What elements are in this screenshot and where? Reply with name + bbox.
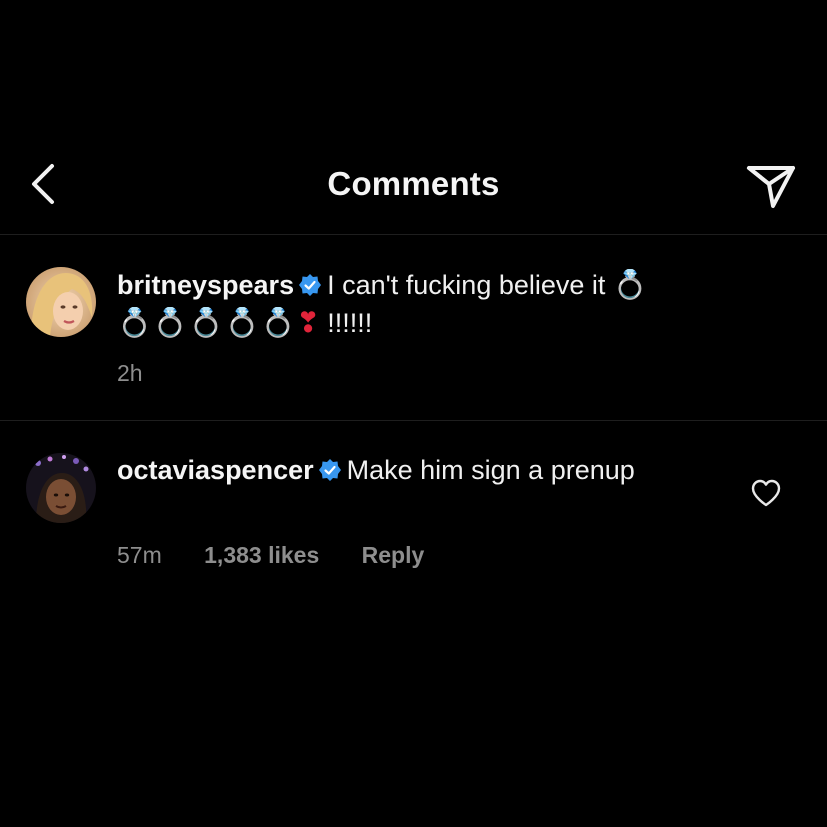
heart-outline-icon bbox=[751, 479, 781, 507]
verified-badge-icon bbox=[318, 459, 341, 481]
avatar[interactable] bbox=[26, 267, 96, 337]
caption-text: britneyspears I can't fucking believe it… bbox=[117, 266, 777, 342]
comment-text: octaviaspencer Make him sign a prenup bbox=[117, 452, 777, 489]
avatar-image bbox=[26, 453, 96, 523]
comments-header: Comments bbox=[0, 140, 827, 235]
like-button[interactable] bbox=[751, 479, 781, 507]
ring-emojis: 💍💍💍💍💍 bbox=[117, 307, 297, 338]
caption-message: I can't fucking believe it bbox=[327, 270, 606, 300]
avatar-image bbox=[26, 267, 96, 337]
heart-exclamation-emoji: ❣ bbox=[296, 307, 320, 338]
share-button[interactable] bbox=[745, 162, 797, 210]
timestamp: 57m bbox=[117, 542, 162, 568]
caption-meta: 2h bbox=[117, 360, 179, 387]
paper-plane-icon bbox=[747, 166, 795, 208]
reply-button[interactable]: Reply bbox=[362, 542, 425, 568]
username-link[interactable]: octaviaspencer bbox=[117, 455, 314, 485]
avatar[interactable] bbox=[26, 453, 96, 523]
username-link[interactable]: britneyspears bbox=[117, 270, 294, 300]
comment-item: octaviaspencer Make him sign a prenup 57… bbox=[0, 421, 827, 621]
caption-comment: britneyspears I can't fucking believe it… bbox=[0, 234, 827, 421]
page-title: Comments bbox=[327, 165, 500, 202]
timestamp: 2h bbox=[117, 360, 143, 386]
exclamation-text: !!!!!! bbox=[319, 308, 373, 338]
ring-emoji: 💍 bbox=[612, 269, 649, 300]
verified-badge-icon bbox=[299, 274, 322, 296]
likes-count[interactable]: 1,383 likes bbox=[204, 542, 319, 568]
comment-message: Make him sign a prenup bbox=[346, 455, 635, 485]
comment-meta: 57m 1,383 likes Reply bbox=[117, 542, 460, 569]
